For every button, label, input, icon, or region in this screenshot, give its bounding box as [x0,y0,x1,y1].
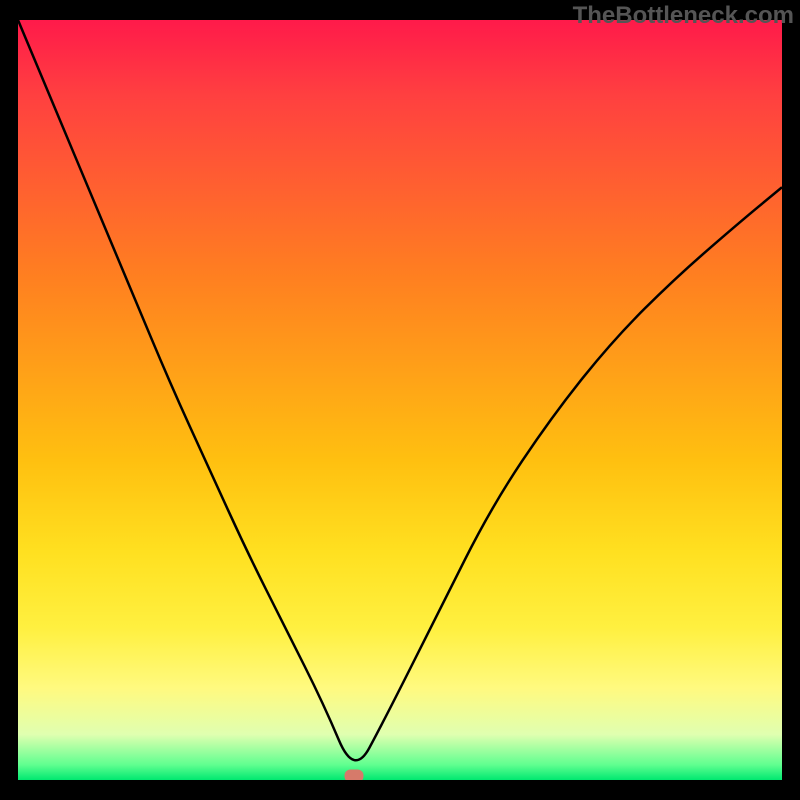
optimal-point-marker [345,770,364,780]
watermark-text: TheBottleneck.com [573,2,794,30]
chart-area [18,20,782,780]
bottleneck-curve [18,20,782,780]
